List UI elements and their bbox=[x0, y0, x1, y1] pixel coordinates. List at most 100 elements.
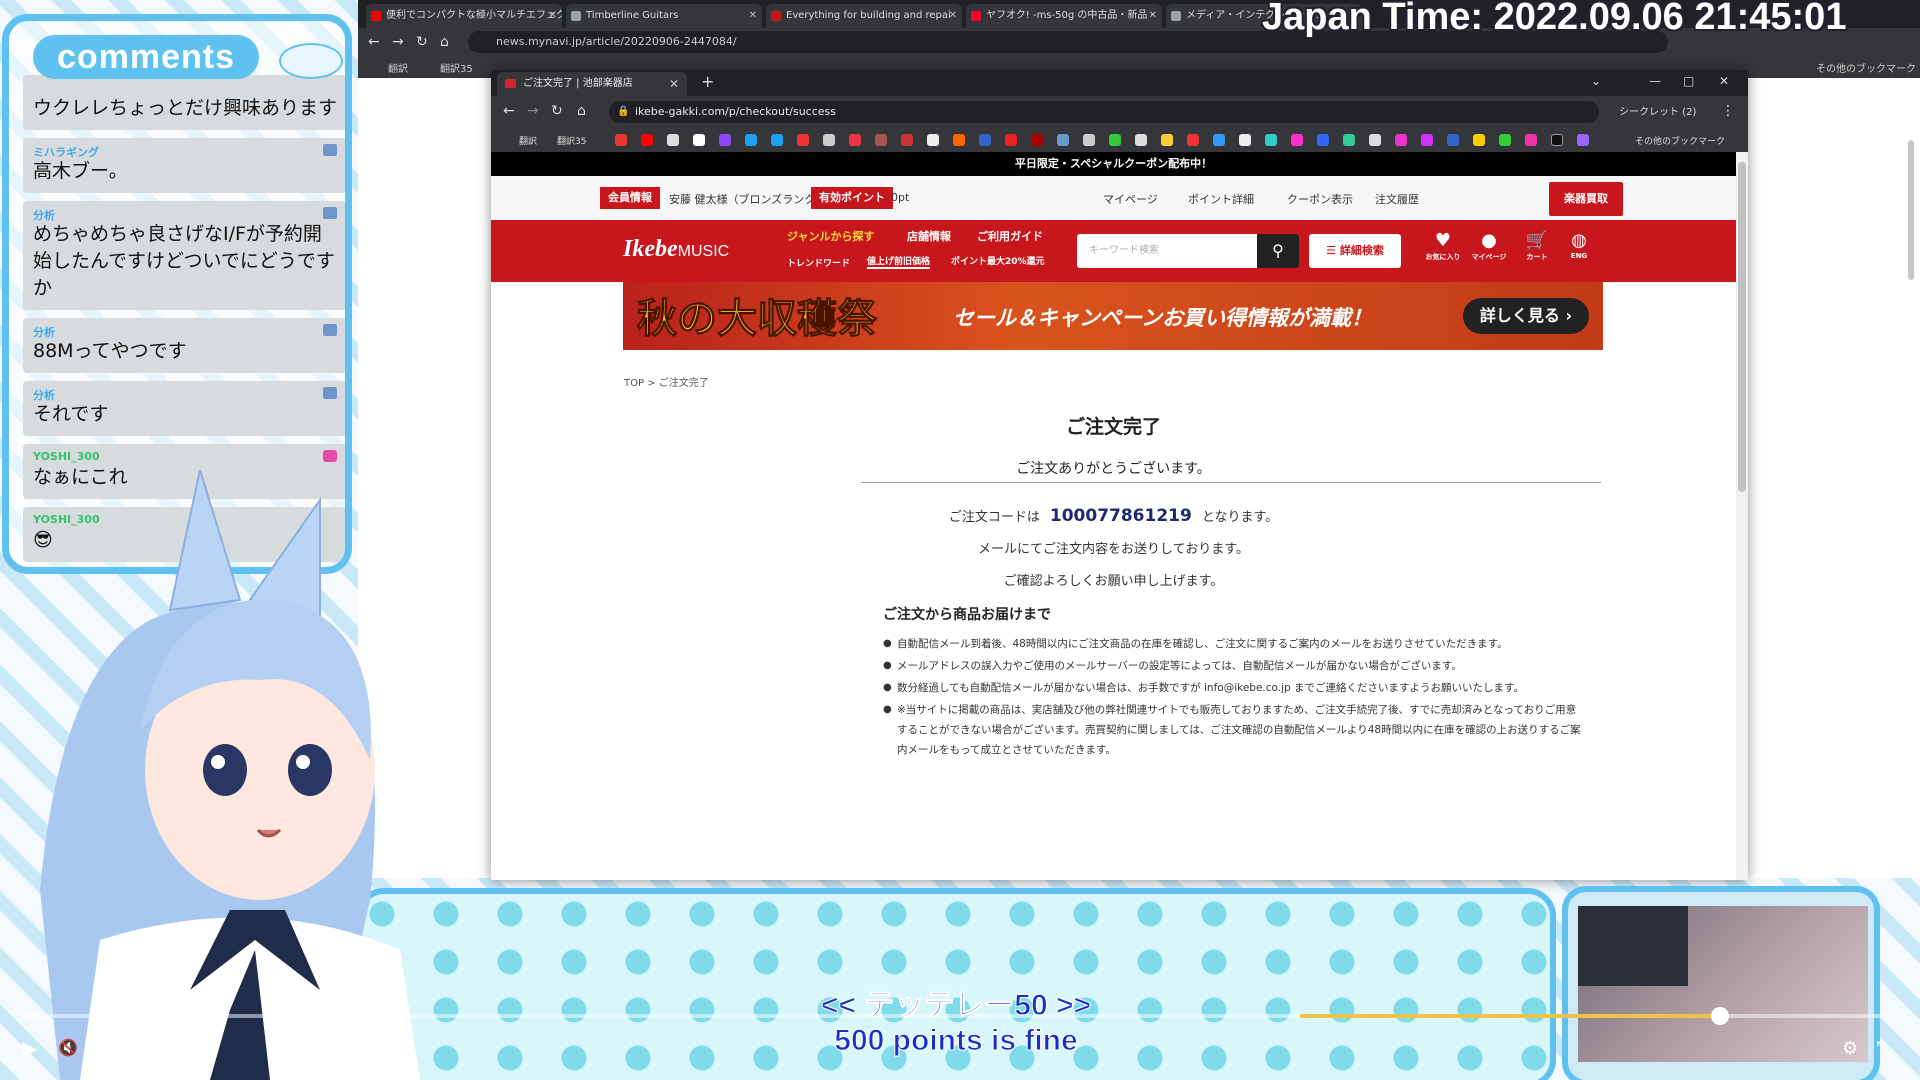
subnav-old-price[interactable]: 値上げ前旧価格 bbox=[867, 254, 931, 269]
bookmark-icon[interactable] bbox=[1525, 134, 1537, 146]
incognito-profile[interactable]: シークレット (2) bbox=[1619, 103, 1696, 118]
bookmark-item[interactable]: 翻訳 bbox=[388, 60, 408, 75]
bookmark-icon[interactable] bbox=[979, 134, 991, 146]
back-icon[interactable]: ← bbox=[503, 103, 515, 119]
autumn-sale-banner[interactable]: 秋の大収穫祭 セール＆キャンペーンお買い得情報が満載！ 詳しく見る › bbox=[623, 282, 1603, 350]
bookmark-icon[interactable] bbox=[1187, 134, 1199, 146]
search-button[interactable]: ⚲ bbox=[1257, 234, 1299, 268]
close-icon[interactable]: ✕ bbox=[749, 4, 757, 28]
twitter-bookmark-icon[interactable] bbox=[745, 134, 757, 146]
bookmark-icon[interactable] bbox=[849, 134, 861, 146]
forward-icon[interactable]: → bbox=[392, 34, 404, 50]
link-coupon[interactable]: クーポン表示 bbox=[1287, 191, 1353, 207]
home-icon[interactable]: ⌂ bbox=[440, 34, 449, 50]
bookmark-icon[interactable] bbox=[1499, 134, 1511, 146]
other-bookmarks[interactable]: その他のブックマーク bbox=[1635, 134, 1725, 147]
bookmark-icon[interactable] bbox=[1213, 134, 1225, 146]
bookmark-icon[interactable] bbox=[875, 134, 887, 146]
bookmark-icon[interactable] bbox=[1161, 134, 1173, 146]
nav-genre[interactable]: ジャンルから探す bbox=[787, 228, 874, 244]
active-tab[interactable]: ご注文完了 | 池部楽器店 ✕ bbox=[497, 72, 687, 96]
close-tab-icon[interactable]: ✕ bbox=[669, 72, 679, 96]
close-icon[interactable]: ✕ bbox=[949, 4, 957, 28]
google-bookmark-icon[interactable] bbox=[693, 134, 705, 146]
outer-tab-1[interactable]: 便利でコンパクトな極小マルチエフェクター✕ bbox=[366, 4, 562, 28]
settings-icon[interactable]: ⚙ bbox=[1842, 1038, 1858, 1059]
youtube-bookmark-icon[interactable] bbox=[641, 134, 653, 146]
outer-tab-3[interactable]: Everything for building and repai ✕ bbox=[766, 4, 962, 28]
mail-bookmark-icon[interactable] bbox=[667, 134, 679, 146]
mypage-button[interactable]: ● マイページ bbox=[1469, 230, 1509, 262]
bookmark-icon[interactable] bbox=[1473, 134, 1485, 146]
bookmark-icon[interactable] bbox=[1135, 134, 1147, 146]
url-field[interactable]: 🔒 ikebe-gakki.com/p/checkout/success bbox=[609, 101, 1599, 123]
bookmark-icon[interactable] bbox=[1083, 134, 1095, 146]
reload-icon[interactable]: ↻ bbox=[551, 103, 563, 119]
twitch-bookmark-icon[interactable] bbox=[719, 134, 731, 146]
bookmark-icon[interactable] bbox=[1109, 134, 1121, 146]
reload-icon[interactable]: ↻ bbox=[416, 34, 428, 50]
subnav-trend[interactable]: トレンドワード bbox=[787, 256, 850, 269]
page-scrollbar[interactable] bbox=[1736, 152, 1748, 880]
outer-tab-2[interactable]: Timberline Guitars ✕ bbox=[566, 4, 762, 28]
back-icon[interactable]: ← bbox=[368, 34, 380, 50]
favorites-button[interactable]: ♥ お気に入り bbox=[1423, 230, 1463, 262]
subnav-points[interactable]: ポイント最大20%還元 bbox=[951, 254, 1045, 267]
bookmark-icon[interactable] bbox=[1031, 134, 1043, 146]
outer-scrollbar[interactable] bbox=[1908, 140, 1914, 280]
ikebe-logo[interactable]: IkebeMUSIC bbox=[623, 236, 729, 263]
advanced-search-button[interactable]: ☰ 詳細検索 bbox=[1309, 234, 1401, 268]
bookmark-icon[interactable] bbox=[1577, 134, 1589, 146]
new-tab-icon[interactable]: + bbox=[701, 72, 714, 91]
tab-search-icon[interactable]: ⌄ bbox=[1591, 74, 1601, 88]
menu-icon[interactable]: ⋮ bbox=[1721, 103, 1735, 119]
scrollbar-thumb[interactable] bbox=[1738, 162, 1746, 492]
bookmark-icon[interactable] bbox=[797, 134, 809, 146]
bookmark-icon[interactable] bbox=[1421, 134, 1433, 146]
link-point-detail[interactable]: ポイント詳細 bbox=[1188, 191, 1254, 207]
close-icon[interactable]: ✕ bbox=[1149, 4, 1157, 28]
bookmark-icon[interactable] bbox=[953, 134, 965, 146]
cart-button[interactable]: 🛒 カート bbox=[1517, 230, 1557, 262]
bookmark-item[interactable]: 翻訳35 bbox=[440, 60, 473, 75]
search-input[interactable]: キーワード検索 bbox=[1077, 234, 1257, 268]
nav-guide[interactable]: ご利用ガイド bbox=[977, 228, 1043, 244]
bookmark-icon[interactable] bbox=[1005, 134, 1017, 146]
bookmark-icon[interactable] bbox=[823, 134, 835, 146]
link-order-history[interactable]: 注文履歴 bbox=[1375, 191, 1419, 207]
bookmark-icon[interactable] bbox=[901, 134, 913, 146]
link-mypage[interactable]: マイページ bbox=[1103, 191, 1158, 207]
tiktok-bookmark-icon[interactable] bbox=[1551, 134, 1563, 146]
seek-bar[interactable] bbox=[24, 1007, 1894, 1025]
minimize-icon[interactable]: — bbox=[1649, 74, 1661, 88]
promo-bar[interactable]: 平日限定・スペシャルクーポン配布中！ bbox=[491, 152, 1736, 176]
nav-store[interactable]: 店舗情報 bbox=[907, 228, 951, 244]
home-icon[interactable]: ⌂ bbox=[577, 103, 586, 119]
close-icon[interactable]: ✕ bbox=[549, 4, 557, 28]
bookmark-item[interactable]: 翻訳 bbox=[519, 134, 537, 147]
bookmark-icon[interactable] bbox=[1343, 134, 1355, 146]
banner-detail-button[interactable]: 詳しく見る › bbox=[1463, 298, 1589, 334]
mute-icon[interactable]: 🔇 bbox=[58, 1038, 78, 1057]
bookmark-icon[interactable] bbox=[1317, 134, 1329, 146]
twitter-bookmark-icon[interactable] bbox=[771, 134, 783, 146]
bookmark-icon[interactable] bbox=[1239, 134, 1251, 146]
play-icon[interactable]: ▶ bbox=[22, 1036, 37, 1060]
bookmark-icon[interactable] bbox=[1291, 134, 1303, 146]
forward-icon[interactable]: → bbox=[527, 103, 539, 119]
breadcrumb-top[interactable]: TOP bbox=[624, 378, 644, 389]
bookmark-item[interactable]: 翻訳35 bbox=[557, 134, 586, 147]
volume-knob[interactable] bbox=[1711, 1007, 1729, 1025]
bookmark-icon[interactable] bbox=[1395, 134, 1407, 146]
bookmark-icon[interactable] bbox=[1447, 134, 1459, 146]
bookmark-icon[interactable] bbox=[927, 134, 939, 146]
bookmark-icon[interactable] bbox=[615, 134, 627, 146]
maximize-icon[interactable]: □ bbox=[1683, 74, 1694, 88]
buyback-button[interactable]: 楽器買取 bbox=[1549, 182, 1623, 216]
bookmark-icon[interactable] bbox=[1369, 134, 1381, 146]
exit-fullscreen-icon[interactable]: ⤡ bbox=[1876, 1038, 1890, 1059]
close-window-icon[interactable]: ✕ bbox=[1719, 74, 1729, 88]
outer-tab-4[interactable]: ヤフオク! -ms-50g の中古品・新品・ ✕ bbox=[966, 4, 1162, 28]
english-button[interactable]: ◍ ENG bbox=[1559, 230, 1599, 260]
bookmark-item[interactable]: その他のブックマーク bbox=[1816, 60, 1916, 75]
